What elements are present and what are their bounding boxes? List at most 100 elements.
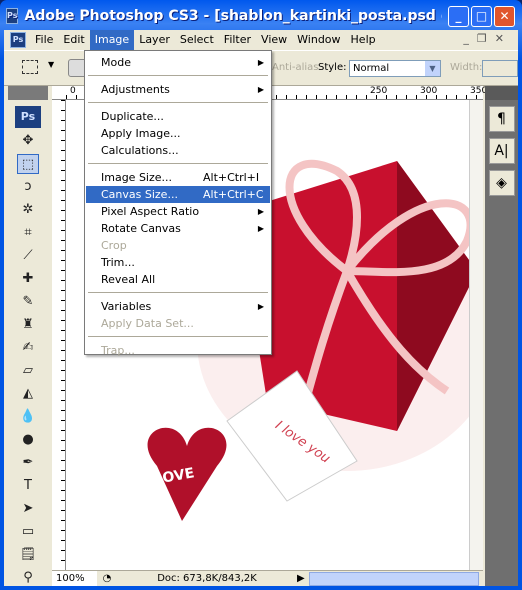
blur-tool-icon[interactable]: 💧 — [17, 407, 39, 427]
menu-item-trap: Trap... — [86, 342, 270, 359]
dock-header[interactable] — [485, 86, 518, 100]
marquee-preset-icon[interactable] — [22, 60, 38, 74]
menu-item-label: Mode — [101, 56, 131, 69]
shortcut-label: Alt+Ctrl+C — [203, 188, 264, 201]
menu-item-label: Apply Image... — [101, 127, 181, 140]
maximize-button[interactable]: □ — [471, 6, 492, 27]
vertical-ruler — [52, 100, 66, 572]
menu-item-image-size[interactable]: Image Size... Alt+Ctrl+I — [86, 169, 270, 186]
marquee-tool-icon[interactable]: ⬚ — [17, 154, 39, 174]
menu-item-apply-image[interactable]: Apply Image... — [86, 125, 270, 142]
menu-bar: Ps File Edit Image Layer Select Filter V… — [4, 30, 518, 50]
pen-tool-icon[interactable]: ✒ — [17, 453, 39, 473]
menu-separator — [88, 102, 268, 103]
style-label: Style: — [318, 62, 347, 73]
menu-item-rotate-canvas[interactable]: Rotate Canvas ▶ — [86, 220, 270, 237]
submenu-arrow-icon: ▶ — [257, 207, 264, 216]
healing-brush-icon[interactable]: ✚ — [17, 269, 39, 289]
clone-stamp-icon[interactable]: ♜ — [17, 315, 39, 335]
eraser-icon[interactable]: ▱ — [17, 361, 39, 381]
submenu-arrow-icon: ▶ — [257, 58, 264, 67]
paint-bucket-icon[interactable]: ◭ — [17, 384, 39, 404]
doc-size: Doc: 673,8K/843,2K — [157, 573, 257, 584]
image-menu: Mode ▶ Adjustments ▶ Duplicate... Apply Image… — [84, 50, 272, 357]
width-label: Width: — [450, 62, 483, 73]
style-select[interactable]: Normal ▼ — [349, 60, 441, 77]
menu-view[interactable]: View — [256, 30, 292, 50]
menu-item-label: Canvas Size... — [101, 188, 178, 201]
menu-separator — [88, 336, 268, 337]
status-bar: 100% ◔ Doc: 673,8K/843,2K ▶ — [52, 570, 483, 586]
menu-layer[interactable]: Layer — [134, 30, 175, 50]
document-icon: Ps — [10, 32, 26, 48]
menu-filter[interactable]: Filter — [219, 30, 256, 50]
slice-tool-icon[interactable]: ⟋ — [17, 246, 39, 266]
menu-item-label: Apply Data Set... — [101, 317, 194, 330]
menu-item-label: Rotate Canvas — [101, 222, 181, 235]
lasso-tool-icon[interactable]: ↄ — [17, 177, 39, 197]
history-brush-icon[interactable]: ✍ — [17, 338, 39, 358]
character-icon[interactable]: A| — [488, 138, 515, 164]
photoshop-icon: Ps — [6, 8, 19, 24]
antialias-label: Anti-alias — [272, 62, 319, 73]
ps-logo[interactable]: Ps — [15, 106, 41, 128]
dodge-tool-icon[interactable]: ● — [17, 430, 39, 450]
menu-item-adjustments[interactable]: Adjustments ▶ — [86, 81, 270, 98]
layers-icon[interactable]: ◈ — [488, 170, 515, 196]
minimize-button[interactable]: _ — [448, 6, 469, 27]
menu-item-label: Crop — [101, 239, 127, 252]
crop-tool-icon[interactable]: ⌗ — [17, 223, 39, 243]
menu-window[interactable]: Window — [292, 30, 345, 50]
shortcut-label: Alt+Ctrl+I — [203, 171, 260, 184]
menu-item-reveal-all[interactable]: Reveal All — [86, 271, 270, 288]
status-arrow-icon[interactable]: ▶ — [297, 573, 309, 584]
window-title: Adobe Photoshop CS3 - [shablon_kartinki_… — [24, 8, 442, 24]
shape-tool-icon[interactable]: ▭ — [17, 522, 39, 542]
menu-image[interactable]: Image — [89, 30, 135, 50]
title-bar: Ps Adobe Photoshop CS3 - [shablon_kartin… — [6, 4, 442, 28]
menu-item-canvas-size[interactable]: Canvas Size... Alt+Ctrl+C — [86, 186, 270, 203]
submenu-arrow-icon: ▶ — [257, 224, 264, 233]
menu-select[interactable]: Select — [175, 30, 219, 50]
brush-tool-icon[interactable]: ✎ — [17, 292, 39, 312]
menu-help[interactable]: Help — [346, 30, 381, 50]
menu-item-calculations[interactable]: Calculations... — [86, 142, 270, 159]
submenu-arrow-icon: ▶ — [257, 85, 264, 94]
chevron-down-icon: ▼ — [425, 61, 440, 76]
close-button[interactable]: ✕ — [494, 6, 515, 27]
style-value: Normal — [353, 63, 390, 74]
menu-item-crop: Crop — [86, 237, 270, 254]
menu-item-label: Trap... — [101, 344, 135, 357]
menu-item-label: Reveal All — [101, 273, 156, 286]
panel-header[interactable] — [8, 86, 48, 100]
path-selection-icon[interactable]: ➤ — [17, 499, 39, 519]
zoom-field[interactable]: 100% — [52, 571, 97, 586]
doc-window-controls[interactable]: _❐✕ — [463, 32, 512, 45]
menu-item-duplicate[interactable]: Duplicate... — [86, 108, 270, 125]
menu-item-pixel-aspect-ratio[interactable]: Pixel Aspect Ratio ▶ — [86, 203, 270, 220]
menu-item-variables[interactable]: Variables ▶ — [86, 298, 270, 315]
menu-item-mode[interactable]: Mode ▶ — [86, 54, 270, 71]
chevron-down-icon[interactable]: ▼ — [48, 60, 54, 69]
type-tool-icon[interactable]: T — [17, 476, 39, 496]
notes-tool-icon[interactable]: 🗒 — [17, 545, 39, 565]
menu-item-apply-data-set: Apply Data Set... — [86, 315, 270, 332]
status-menu-icon[interactable]: ◔ — [97, 573, 117, 584]
magic-wand-icon[interactable]: ✲ — [17, 200, 39, 220]
tools-panel: Ps ✥ ⬚ ↄ ✲ ⌗ ⟋ ✚ ✎ ♜ ✍ ▱ ◭ 💧 ● ✒ T ➤ ▭ 🗒… — [8, 86, 48, 586]
width-input[interactable] — [482, 60, 518, 77]
menu-file[interactable]: File — [30, 30, 58, 50]
menu-separator — [88, 292, 268, 293]
menu-edit[interactable]: Edit — [58, 30, 89, 50]
menu-item-label: Variables — [101, 300, 152, 313]
eyedropper-icon[interactable]: ⚲ — [17, 568, 39, 588]
menu-item-label: Adjustments — [101, 83, 170, 96]
horizontal-scrollbar[interactable] — [309, 571, 479, 586]
paragraph-icon[interactable]: ¶ — [488, 106, 515, 132]
submenu-arrow-icon: ▶ — [257, 302, 264, 311]
vertical-scrollbar[interactable] — [469, 100, 483, 572]
menu-item-trim[interactable]: Trim... — [86, 254, 270, 271]
menu-item-label: Trim... — [101, 256, 135, 269]
move-tool-icon[interactable]: ✥ — [17, 131, 39, 151]
menu-item-label: Pixel Aspect Ratio — [101, 205, 200, 218]
